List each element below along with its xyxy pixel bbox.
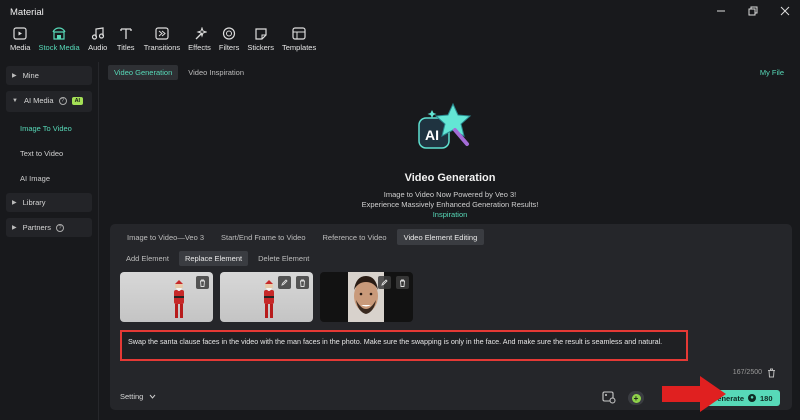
tab-start-end-frame[interactable]: Start/End Frame to Video xyxy=(214,229,313,245)
character-counter: 167/2500 xyxy=(732,369,762,376)
sidebar-item-image-to-video[interactable]: Image To Video xyxy=(6,118,92,138)
add-credits-button[interactable]: + xyxy=(628,391,644,405)
setting-dropdown[interactable]: Setting xyxy=(120,392,156,401)
tool-templates[interactable]: Templates xyxy=(278,26,320,60)
annotation-arrow-icon xyxy=(662,376,726,412)
svg-text:AI: AI xyxy=(425,127,439,143)
titles-icon xyxy=(118,26,134,40)
tab-video-generation[interactable]: Video Generation xyxy=(108,65,179,80)
sidebar-item-label: Text to Video xyxy=(20,148,64,158)
credit-coin-icon: ● xyxy=(748,394,756,402)
sidebar-item-text-to-video[interactable]: Text to Video xyxy=(6,143,92,163)
tool-label: Filters xyxy=(218,43,240,52)
santa-figure xyxy=(264,280,274,318)
sidebar-item-label: Partners xyxy=(22,223,51,232)
tool-label: Stock Media xyxy=(38,43,80,52)
sidebar-item-library[interactable]: ▶ Library xyxy=(6,193,92,212)
sidebar-item-label: Image To Video xyxy=(20,123,72,133)
tool-label: Audio xyxy=(88,43,108,52)
top-tabs: Video Generation Video Inspiration xyxy=(108,65,250,80)
help-icon[interactable]: ? xyxy=(58,96,67,105)
chevron-down-icon: ▼ xyxy=(12,97,18,104)
tool-effects[interactable]: Effects xyxy=(184,26,215,60)
sidebar-item-label: AI Media xyxy=(23,96,54,105)
santa-figure xyxy=(174,280,184,318)
tool-label: Effects xyxy=(188,43,211,52)
chevron-right-icon: ▶ xyxy=(12,200,17,206)
tab-replace-element[interactable]: Replace Element xyxy=(178,251,249,266)
reference-photo[interactable] xyxy=(320,272,413,322)
tool-audio[interactable]: Audio xyxy=(84,26,112,60)
prompt-input[interactable]: Swap the santa clause faces in the video… xyxy=(120,330,688,361)
title-bar: Material xyxy=(0,0,800,24)
hero-line-2: Experience Massively Enhanced Generation… xyxy=(361,200,539,209)
plus-icon: + xyxy=(631,393,641,403)
sidebar-item-ai-media[interactable]: ▼ AI Media ? AI xyxy=(6,91,92,110)
clear-prompt-icon[interactable] xyxy=(767,368,776,378)
credits-count: 180 xyxy=(760,393,773,403)
sidebar: ▶ Mine ▼ AI Media ? AI Image To Video Te… xyxy=(0,62,99,420)
tab-video-inspiration[interactable]: Video Inspiration xyxy=(182,65,250,80)
tool-media[interactable]: Media xyxy=(6,26,34,60)
media-icon xyxy=(12,26,28,40)
ai-video-logo-icon: AI xyxy=(418,102,472,149)
video-thumbnail[interactable] xyxy=(120,272,213,322)
tab-delete-element[interactable]: Delete Element xyxy=(252,251,315,266)
trash-icon[interactable] xyxy=(296,276,309,289)
stock-media-icon xyxy=(51,26,67,40)
tool-label: Titles xyxy=(116,43,135,52)
sidebar-item-mine[interactable]: ▶ Mine xyxy=(6,66,92,85)
tab-reference-to-video[interactable]: Reference to Video xyxy=(316,229,394,245)
inspiration-link[interactable]: Inspiration xyxy=(100,210,800,219)
tool-stickers[interactable]: Stickers xyxy=(243,26,278,60)
element-sub-tabs: Add Element Replace Element Delete Eleme… xyxy=(120,251,315,266)
chevron-down-icon xyxy=(149,392,156,401)
chevron-right-icon: ▶ xyxy=(12,225,17,231)
tool-stock-media[interactable]: Stock Media xyxy=(34,26,83,60)
sidebar-item-label: AI Image xyxy=(20,173,51,183)
tool-filters[interactable]: Filters xyxy=(215,26,243,60)
chevron-right-icon: ▶ xyxy=(12,73,17,79)
media-thumbnails xyxy=(120,272,413,322)
tool-label: Transitions xyxy=(143,43,181,52)
setting-label: Setting xyxy=(120,392,144,401)
templates-icon xyxy=(291,26,307,40)
restore-icon[interactable] xyxy=(746,4,760,18)
main-area: Video Generation Video Inspiration My Fi… xyxy=(100,62,800,420)
close-icon[interactable] xyxy=(778,4,792,18)
filters-icon xyxy=(221,26,237,40)
minimize-icon[interactable] xyxy=(714,4,728,18)
effects-icon xyxy=(192,26,208,40)
stickers-icon xyxy=(253,26,269,40)
tab-image-to-video-veo3[interactable]: Image to Video—Veo 3 xyxy=(120,229,211,245)
tool-titles[interactable]: Titles xyxy=(112,26,140,60)
transitions-icon xyxy=(154,26,170,40)
window-title: Material xyxy=(10,6,44,18)
my-file-link[interactable]: My File xyxy=(760,68,784,77)
video-thumbnail[interactable] xyxy=(220,272,313,322)
trash-icon[interactable] xyxy=(396,276,409,289)
tab-add-element[interactable]: Add Element xyxy=(120,251,175,266)
ai-badge: AI xyxy=(71,96,84,105)
audio-icon xyxy=(90,26,106,40)
sidebar-item-ai-image[interactable]: AI Image xyxy=(6,168,92,188)
hero-line-1: Image to Video Now Powered by Veo 3! xyxy=(383,190,517,199)
tool-label: Templates xyxy=(282,43,317,52)
hero-title: Video Generation xyxy=(404,172,496,184)
tool-label: Media xyxy=(10,43,31,52)
tab-video-element-editing[interactable]: Video Element Editing xyxy=(396,229,485,245)
edit-icon[interactable] xyxy=(378,276,391,289)
edit-icon[interactable] xyxy=(278,276,291,289)
tool-transitions[interactable]: Transitions xyxy=(140,26,184,60)
help-icon[interactable]: ? xyxy=(55,223,64,232)
sidebar-group-ai-media: ▼ AI Media ? AI xyxy=(6,91,92,112)
sidebar-item-partners[interactable]: ▶ Partners ? xyxy=(6,218,92,237)
panel-tabs: Image to Video—Veo 3 Start/End Frame to … xyxy=(120,229,485,245)
image-settings-icon[interactable] xyxy=(602,390,616,404)
sidebar-item-label: Mine xyxy=(22,71,39,80)
tool-label: Stickers xyxy=(247,43,275,52)
material-toolbar: Media Stock Media Audio Titles Transitio… xyxy=(0,26,800,60)
trash-icon[interactable] xyxy=(196,276,209,289)
sidebar-item-label: Library xyxy=(22,198,46,207)
